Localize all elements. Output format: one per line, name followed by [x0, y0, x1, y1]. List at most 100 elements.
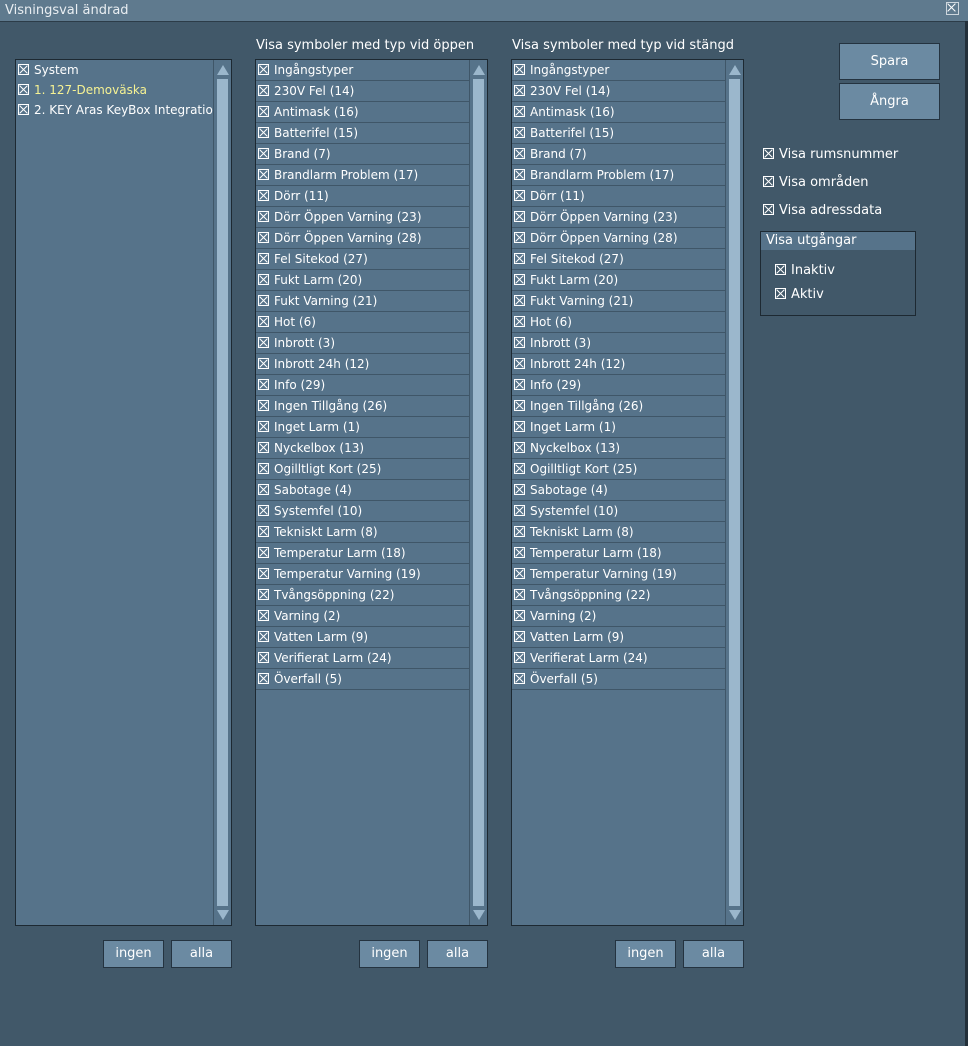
checkbox-checked-icon[interactable] — [258, 316, 269, 327]
checkbox-checked-icon[interactable] — [258, 568, 269, 579]
list-item[interactable]: Antimask (16) — [512, 102, 726, 123]
checkbox-checked-icon[interactable] — [258, 127, 269, 138]
checkbox-checked-icon[interactable] — [258, 526, 269, 537]
list-item[interactable]: Inget Larm (1) — [256, 417, 470, 438]
scroll-thumb[interactable] — [473, 79, 484, 906]
list-item[interactable]: Inget Larm (1) — [512, 417, 726, 438]
checkbox-checked-icon[interactable] — [258, 253, 269, 264]
checkbox-checked-icon[interactable] — [258, 358, 269, 369]
checkbox-checked-icon[interactable] — [763, 148, 774, 159]
checkbox-checked-icon[interactable] — [514, 505, 525, 516]
list-item[interactable]: Info (29) — [512, 375, 726, 396]
checkbox-checked-icon[interactable] — [775, 264, 786, 275]
checkbox-checked-icon[interactable] — [18, 104, 29, 115]
list-item[interactable]: Fel Sitekod (27) — [512, 249, 726, 270]
checkbox-checked-icon[interactable] — [258, 421, 269, 432]
checkbox-checked-icon[interactable] — [514, 421, 525, 432]
scroll-down-arrow-icon[interactable] — [473, 910, 485, 920]
checkbox-checked-icon[interactable] — [514, 652, 525, 663]
checkbox-checked-icon[interactable] — [514, 85, 525, 96]
system-list-scrollbar[interactable] — [213, 60, 231, 925]
list-item[interactable]: Systemfel (10) — [512, 501, 726, 522]
list-item[interactable]: Tekniskt Larm (8) — [512, 522, 726, 543]
checkbox-checked-icon[interactable] — [258, 169, 269, 180]
list-item[interactable]: Batterifel (15) — [512, 123, 726, 144]
list-item[interactable]: Ogilltligt Kort (25) — [512, 459, 726, 480]
checkbox-checked-icon[interactable] — [514, 274, 525, 285]
list-item[interactable]: Inbrott (3) — [256, 333, 470, 354]
checkbox-checked-icon[interactable] — [514, 610, 525, 621]
list-item[interactable]: Ogilltligt Kort (25) — [256, 459, 470, 480]
checkbox-checked-icon[interactable] — [514, 148, 525, 159]
closed-list-scrollbar[interactable] — [725, 60, 743, 925]
system-none-button[interactable]: ingen — [103, 940, 164, 968]
checkbox-checked-icon[interactable] — [514, 568, 525, 579]
option-areas[interactable]: Visa områden — [763, 175, 869, 190]
list-item[interactable]: Varning (2) — [512, 606, 726, 627]
checkbox-checked-icon[interactable] — [258, 589, 269, 600]
list-item[interactable]: Fukt Varning (21) — [256, 291, 470, 312]
list-item[interactable]: Hot (6) — [512, 312, 726, 333]
scroll-down-arrow-icon[interactable] — [729, 910, 741, 920]
checkbox-checked-icon[interactable] — [514, 253, 525, 264]
checkbox-checked-icon[interactable] — [258, 400, 269, 411]
list-item[interactable]: Sabotage (4) — [512, 480, 726, 501]
checkbox-checked-icon[interactable] — [258, 673, 269, 684]
list-item[interactable]: Tvångsöppning (22) — [256, 585, 470, 606]
checkbox-checked-icon[interactable] — [258, 232, 269, 243]
list-item[interactable]: 2. KEY Aras KeyBox Integration — [16, 100, 214, 120]
checkbox-checked-icon[interactable] — [258, 190, 269, 201]
output-inactive[interactable]: Inaktiv — [775, 263, 835, 278]
open-type-list[interactable]: Ingångstyper 230V Fel (14) Antimask (16) Ba… — [255, 59, 488, 926]
list-item[interactable]: Inbrott 24h (12) — [512, 354, 726, 375]
checkbox-checked-icon[interactable] — [514, 232, 525, 243]
list-item[interactable]: Nyckelbox (13) — [256, 438, 470, 459]
checkbox-checked-icon[interactable] — [514, 127, 525, 138]
list-item[interactable]: 1. 127-Demoväska — [16, 80, 214, 100]
list-item[interactable]: Antimask (16) — [256, 102, 470, 123]
list-item[interactable]: Dörr Öppen Varning (28) — [256, 228, 470, 249]
scroll-up-arrow-icon[interactable] — [217, 65, 229, 75]
system-list[interactable]: System 1. 127-Demoväska 2. KEY Aras KeyBox… — [15, 59, 232, 926]
list-item[interactable]: Dörr Öppen Varning (23) — [256, 207, 470, 228]
list-item[interactable]: Inbrott (3) — [512, 333, 726, 354]
list-item[interactable]: Ingen Tillgång (26) — [512, 396, 726, 417]
list-item[interactable]: Fukt Varning (21) — [512, 291, 726, 312]
open-list-scrollbar[interactable] — [469, 60, 487, 925]
checkbox-checked-icon[interactable] — [514, 589, 525, 600]
list-item[interactable]: Ingångstyper — [512, 60, 726, 81]
checkbox-checked-icon[interactable] — [514, 337, 525, 348]
system-all-button[interactable]: alla — [171, 940, 232, 968]
open-all-button[interactable]: alla — [427, 940, 488, 968]
list-item[interactable]: Info (29) — [256, 375, 470, 396]
list-item[interactable]: Systemfel (10) — [256, 501, 470, 522]
list-item[interactable]: Vatten Larm (9) — [256, 627, 470, 648]
close-icon[interactable] — [946, 2, 959, 15]
checkbox-checked-icon[interactable] — [258, 631, 269, 642]
checkbox-checked-icon[interactable] — [258, 85, 269, 96]
list-item[interactable]: Varning (2) — [256, 606, 470, 627]
list-item[interactable]: Fel Sitekod (27) — [256, 249, 470, 270]
closed-none-button[interactable]: ingen — [615, 940, 676, 968]
checkbox-checked-icon[interactable] — [258, 442, 269, 453]
scroll-up-arrow-icon[interactable] — [729, 65, 741, 75]
list-item[interactable]: Vatten Larm (9) — [512, 627, 726, 648]
checkbox-checked-icon[interactable] — [763, 204, 774, 215]
checkbox-checked-icon[interactable] — [258, 610, 269, 621]
list-item[interactable]: Verifierat Larm (24) — [512, 648, 726, 669]
checkbox-checked-icon[interactable] — [258, 274, 269, 285]
undo-button[interactable]: Ångra — [839, 83, 940, 120]
list-item[interactable]: Nyckelbox (13) — [512, 438, 726, 459]
list-item[interactable]: Verifierat Larm (24) — [256, 648, 470, 669]
list-item[interactable]: Temperatur Varning (19) — [256, 564, 470, 585]
scroll-thumb[interactable] — [729, 79, 740, 906]
save-button[interactable]: Spara — [839, 43, 940, 80]
checkbox-checked-icon[interactable] — [258, 547, 269, 558]
list-item[interactable]: Temperatur Larm (18) — [512, 543, 726, 564]
list-item[interactable]: Brandlarm Problem (17) — [256, 165, 470, 186]
checkbox-checked-icon[interactable] — [514, 358, 525, 369]
list-item[interactable]: Batterifel (15) — [256, 123, 470, 144]
checkbox-checked-icon[interactable] — [514, 484, 525, 495]
checkbox-checked-icon[interactable] — [18, 64, 29, 75]
open-none-button[interactable]: ingen — [359, 940, 420, 968]
